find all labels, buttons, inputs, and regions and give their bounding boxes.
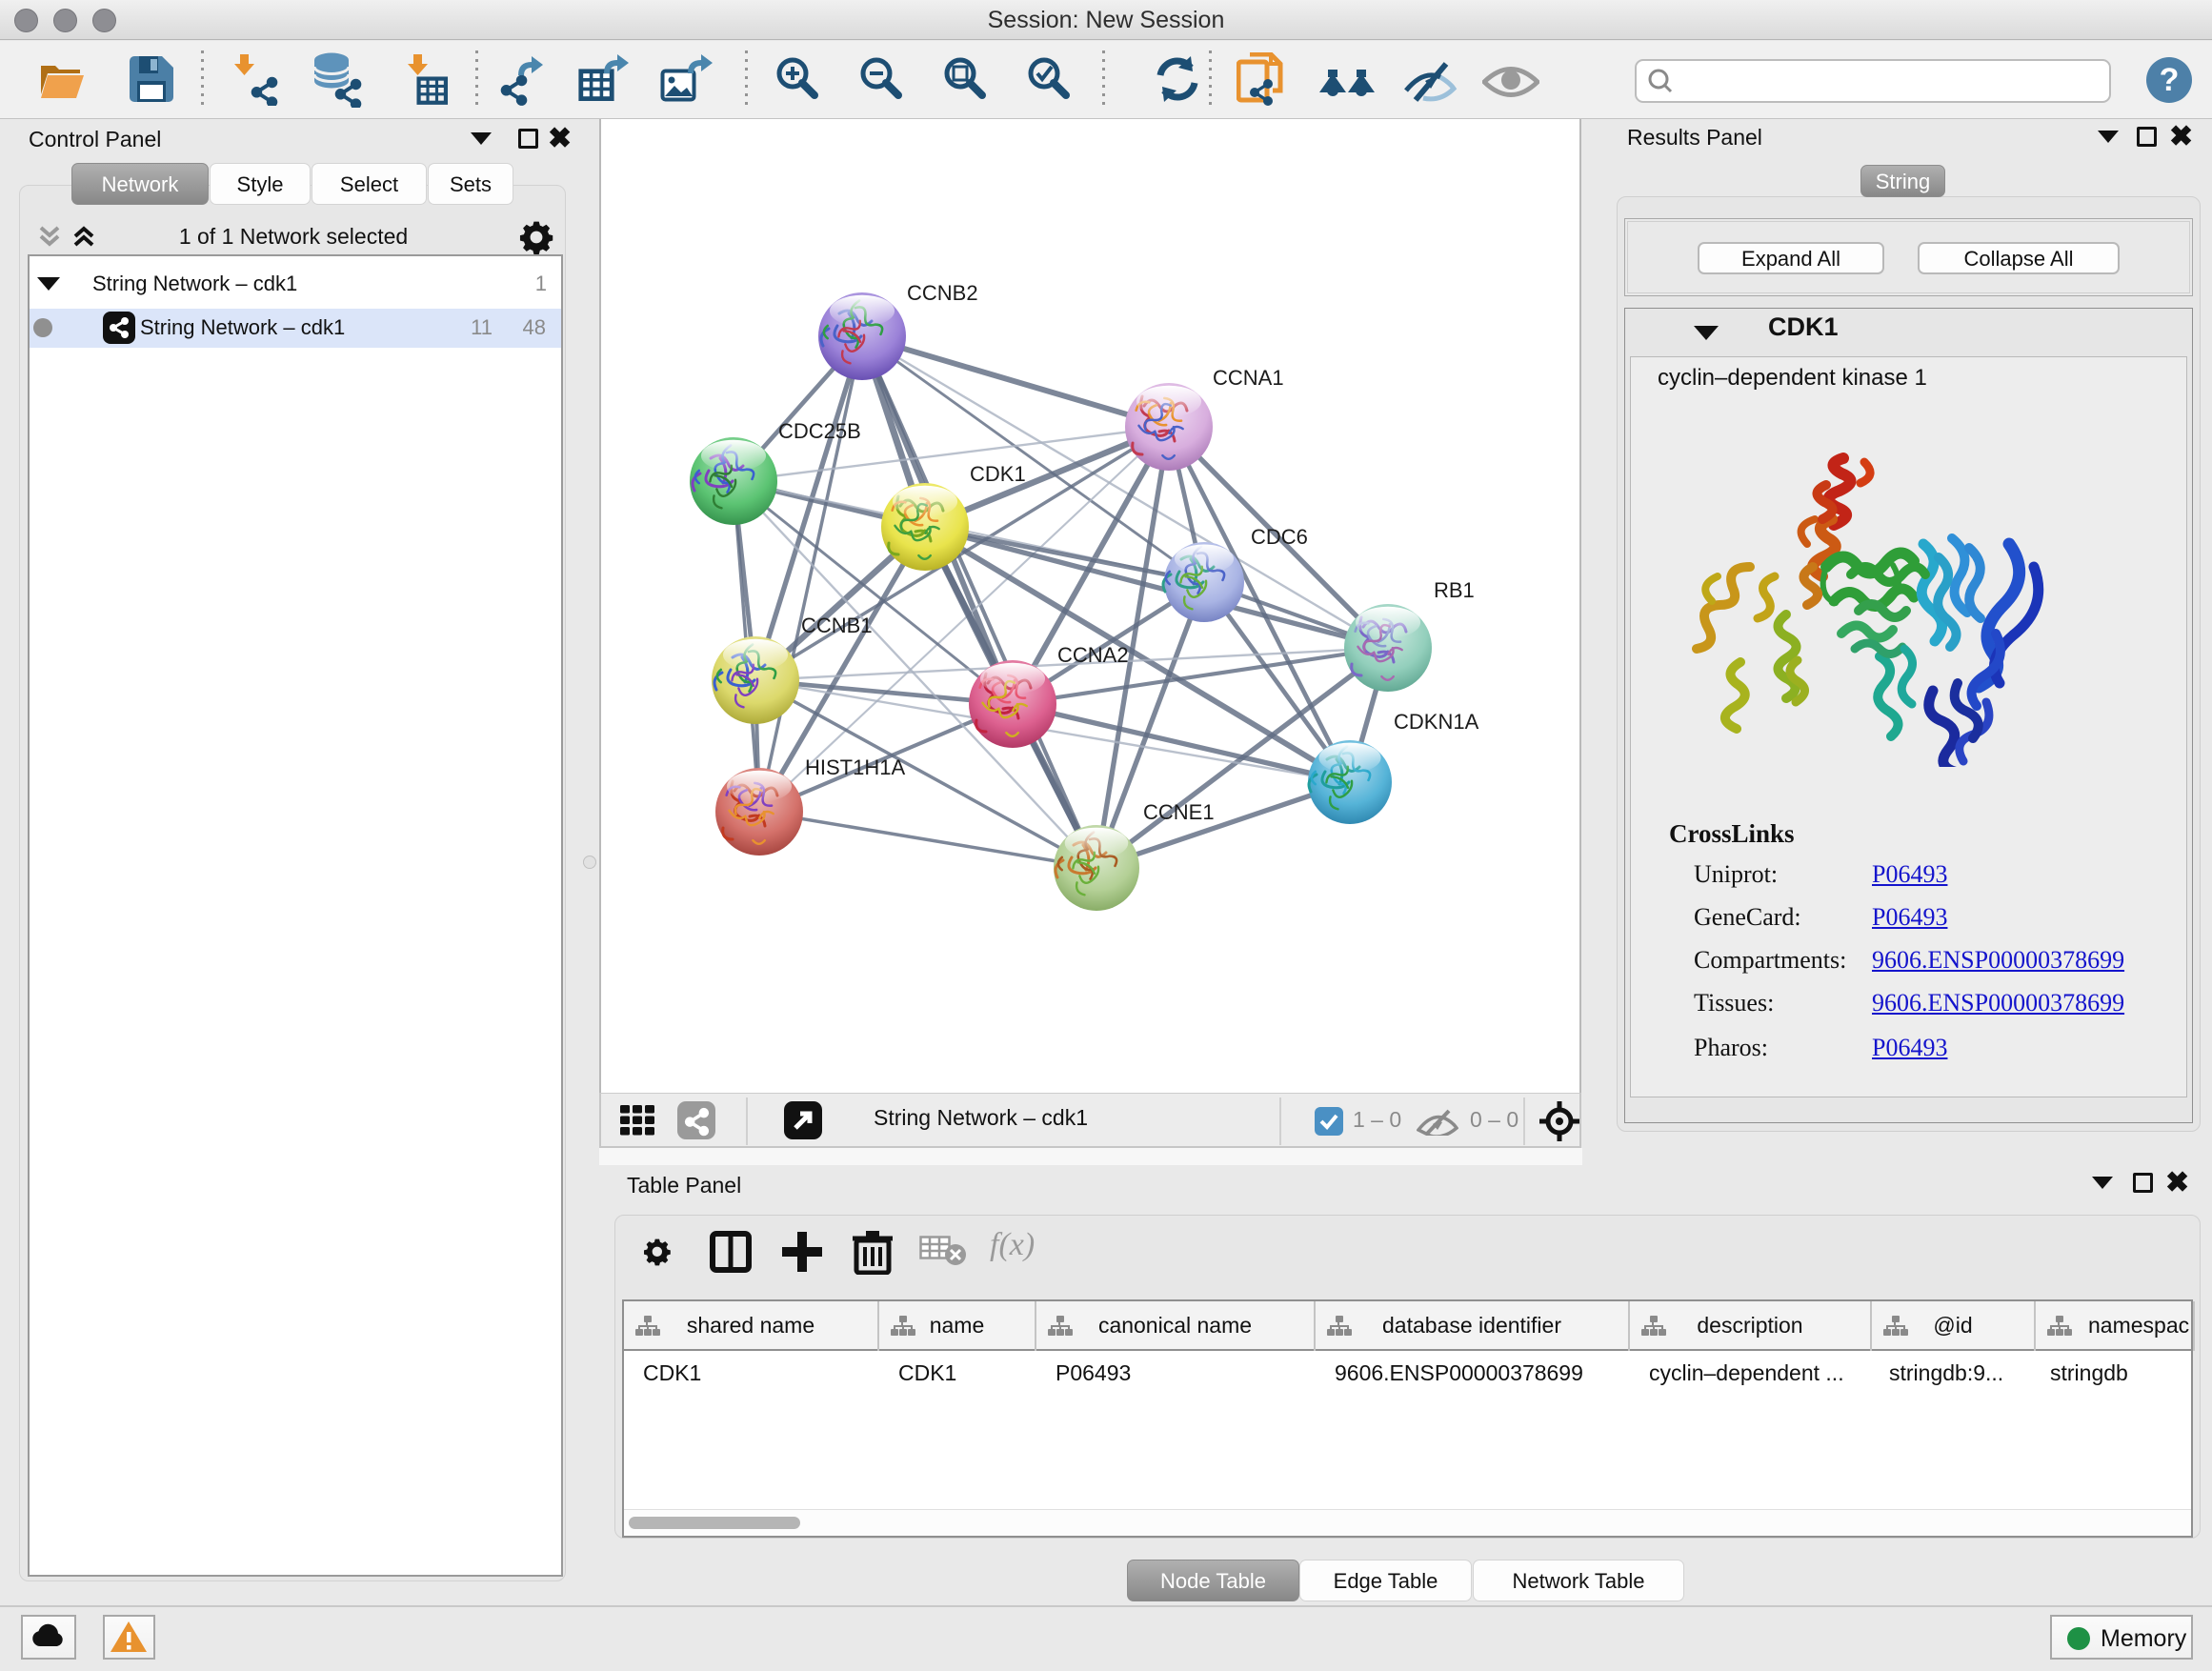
svg-text:CCNB1: CCNB1 (801, 614, 873, 637)
svg-text:CDKN1A: CDKN1A (1394, 710, 1479, 734)
svg-text:CDC6: CDC6 (1251, 525, 1308, 549)
svg-text:CCNA2: CCNA2 (1057, 643, 1129, 667)
svg-text:HIST1H1A: HIST1H1A (805, 755, 905, 779)
svg-text:CDC25B: CDC25B (778, 419, 861, 443)
svg-text:CDK1: CDK1 (970, 462, 1026, 486)
svg-text:CCNB2: CCNB2 (907, 281, 978, 305)
svg-text:RB1: RB1 (1434, 578, 1475, 602)
svg-text:?: ? (2160, 62, 2180, 98)
svg-text:CCNE1: CCNE1 (1143, 800, 1215, 824)
svg-text:CCNA1: CCNA1 (1213, 366, 1284, 390)
